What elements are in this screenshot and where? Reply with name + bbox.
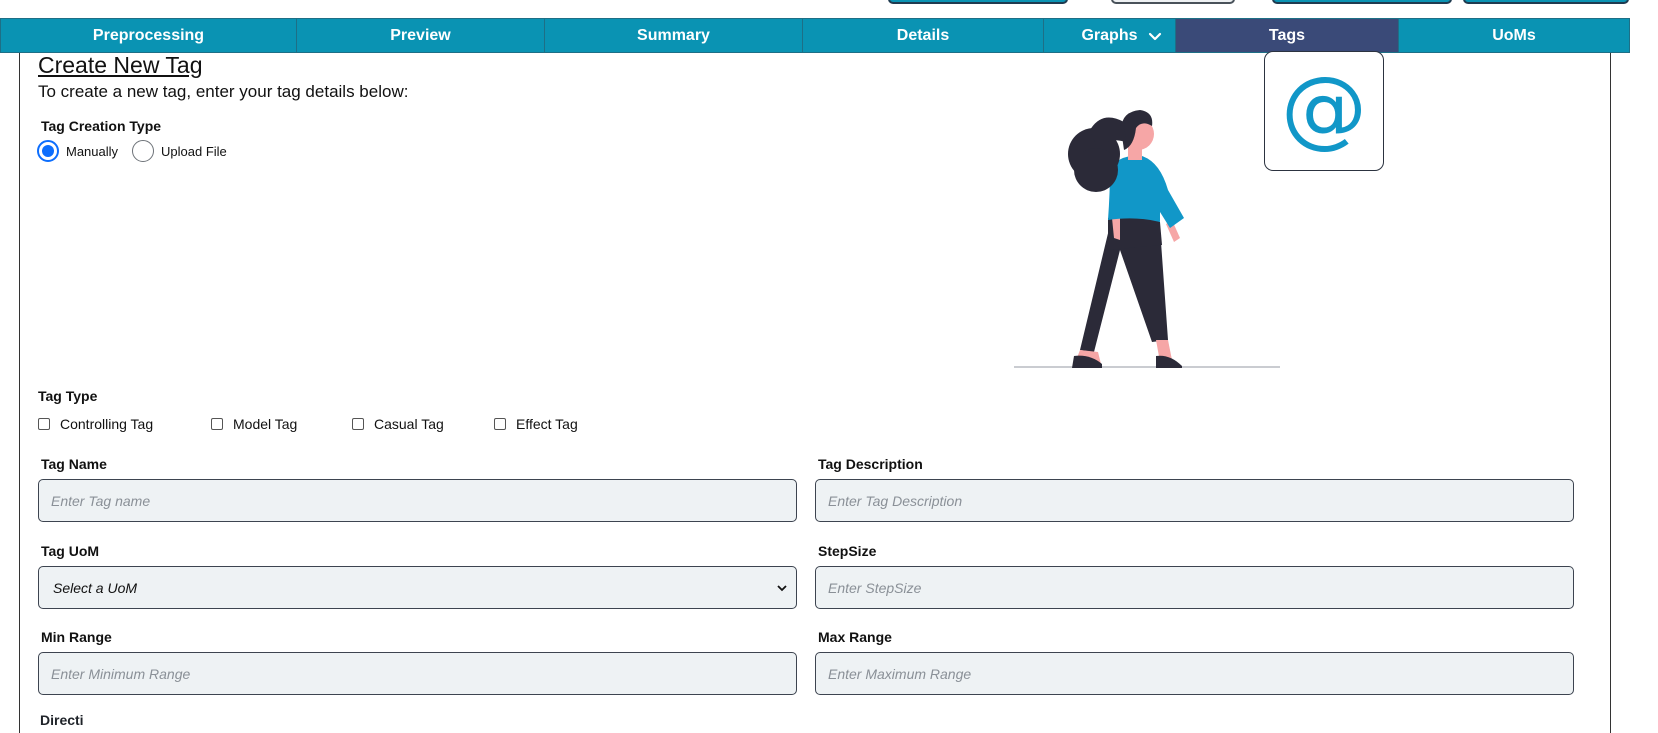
chevron-down-icon[interactable] [1147,29,1163,45]
checkbox-box[interactable] [494,418,506,430]
tab-label: Tags [1268,26,1306,44]
radio-upload-file[interactable] [132,140,155,162]
checkbox-model-tag[interactable]: Model Tag [211,416,352,432]
direction-label: Directi [40,712,84,728]
tab-label: Details [896,26,950,44]
checkbox-controlling-tag[interactable]: Controlling Tag [38,416,211,432]
top-action-button-3[interactable] [1272,0,1452,4]
max-range-input[interactable] [815,652,1574,695]
tab-label: Summary [637,26,710,44]
tab-label: UoMs [1492,26,1536,44]
checkbox-label: Casual Tag [374,416,444,432]
tab-uoms[interactable]: UoMs [1399,19,1629,52]
tag-uom-selected-value: Select a UoM [53,579,138,596]
top-action-button-1[interactable] [888,0,1068,4]
tag-type-label: Tag Type [38,388,98,404]
tab-preview[interactable]: Preview [297,19,545,52]
min-range-label: Min Range [41,629,112,645]
tag-uom-select[interactable]: Select a UoM [38,566,797,609]
tag-name-input[interactable] [38,479,797,522]
max-range-label: Max Range [818,629,892,645]
checkbox-label: Effect Tag [516,416,578,432]
tag-name-label: Tag Name [41,456,107,472]
tag-description-label: Tag Description [818,456,923,472]
page-title: Create New Tag [38,52,203,78]
checkbox-box[interactable] [211,418,223,430]
top-action-button-4[interactable] [1463,0,1629,4]
radio-upload-file-label: Upload File [161,143,227,159]
tab-graphs[interactable]: Graphs [1044,19,1176,52]
tag-description-input[interactable] [815,479,1574,522]
tab-label: Preprocessing [92,26,205,44]
checkbox-label: Controlling Tag [60,416,154,432]
checkbox-label: Model Tag [233,416,298,432]
tab-label: Preview [390,26,451,44]
tab-summary[interactable]: Summary [545,19,803,52]
min-range-input[interactable] [38,652,797,695]
checkbox-box[interactable] [38,418,50,430]
checkbox-box[interactable] [352,418,364,430]
tab-label: Graphs [1081,26,1138,44]
main-tab-bar: Preprocessing Preview Summary Details Gr… [0,18,1630,53]
radio-manually[interactable] [37,140,59,162]
stepsize-label: StepSize [818,543,877,559]
chevron-down-icon [777,584,787,591]
tab-tags[interactable]: Tags [1176,19,1399,52]
tab-preprocessing[interactable]: Preprocessing [1,19,297,52]
tag-uom-label: Tag UoM [41,543,100,559]
checkbox-casual-tag[interactable]: Casual Tag [352,416,494,432]
checkbox-effect-tag[interactable]: Effect Tag [494,416,578,432]
stepsize-input[interactable] [815,566,1574,609]
woman-standing-illustration [1014,110,1280,368]
top-action-button-2[interactable] [1111,0,1235,4]
creation-type-radio-group: Manually Upload File [37,140,241,162]
page-subtitle: To create a new tag, enter your tag deta… [38,82,409,101]
tab-details[interactable]: Details [803,19,1044,52]
tag-type-checkbox-group: Controlling Tag Model Tag Casual Tag Eff… [38,416,578,432]
at-symbol-card: @ [1264,51,1384,171]
radio-manually-label: Manually [66,143,119,159]
at-sign-icon: @ [1281,58,1367,158]
creation-type-label: Tag Creation Type [41,118,162,134]
